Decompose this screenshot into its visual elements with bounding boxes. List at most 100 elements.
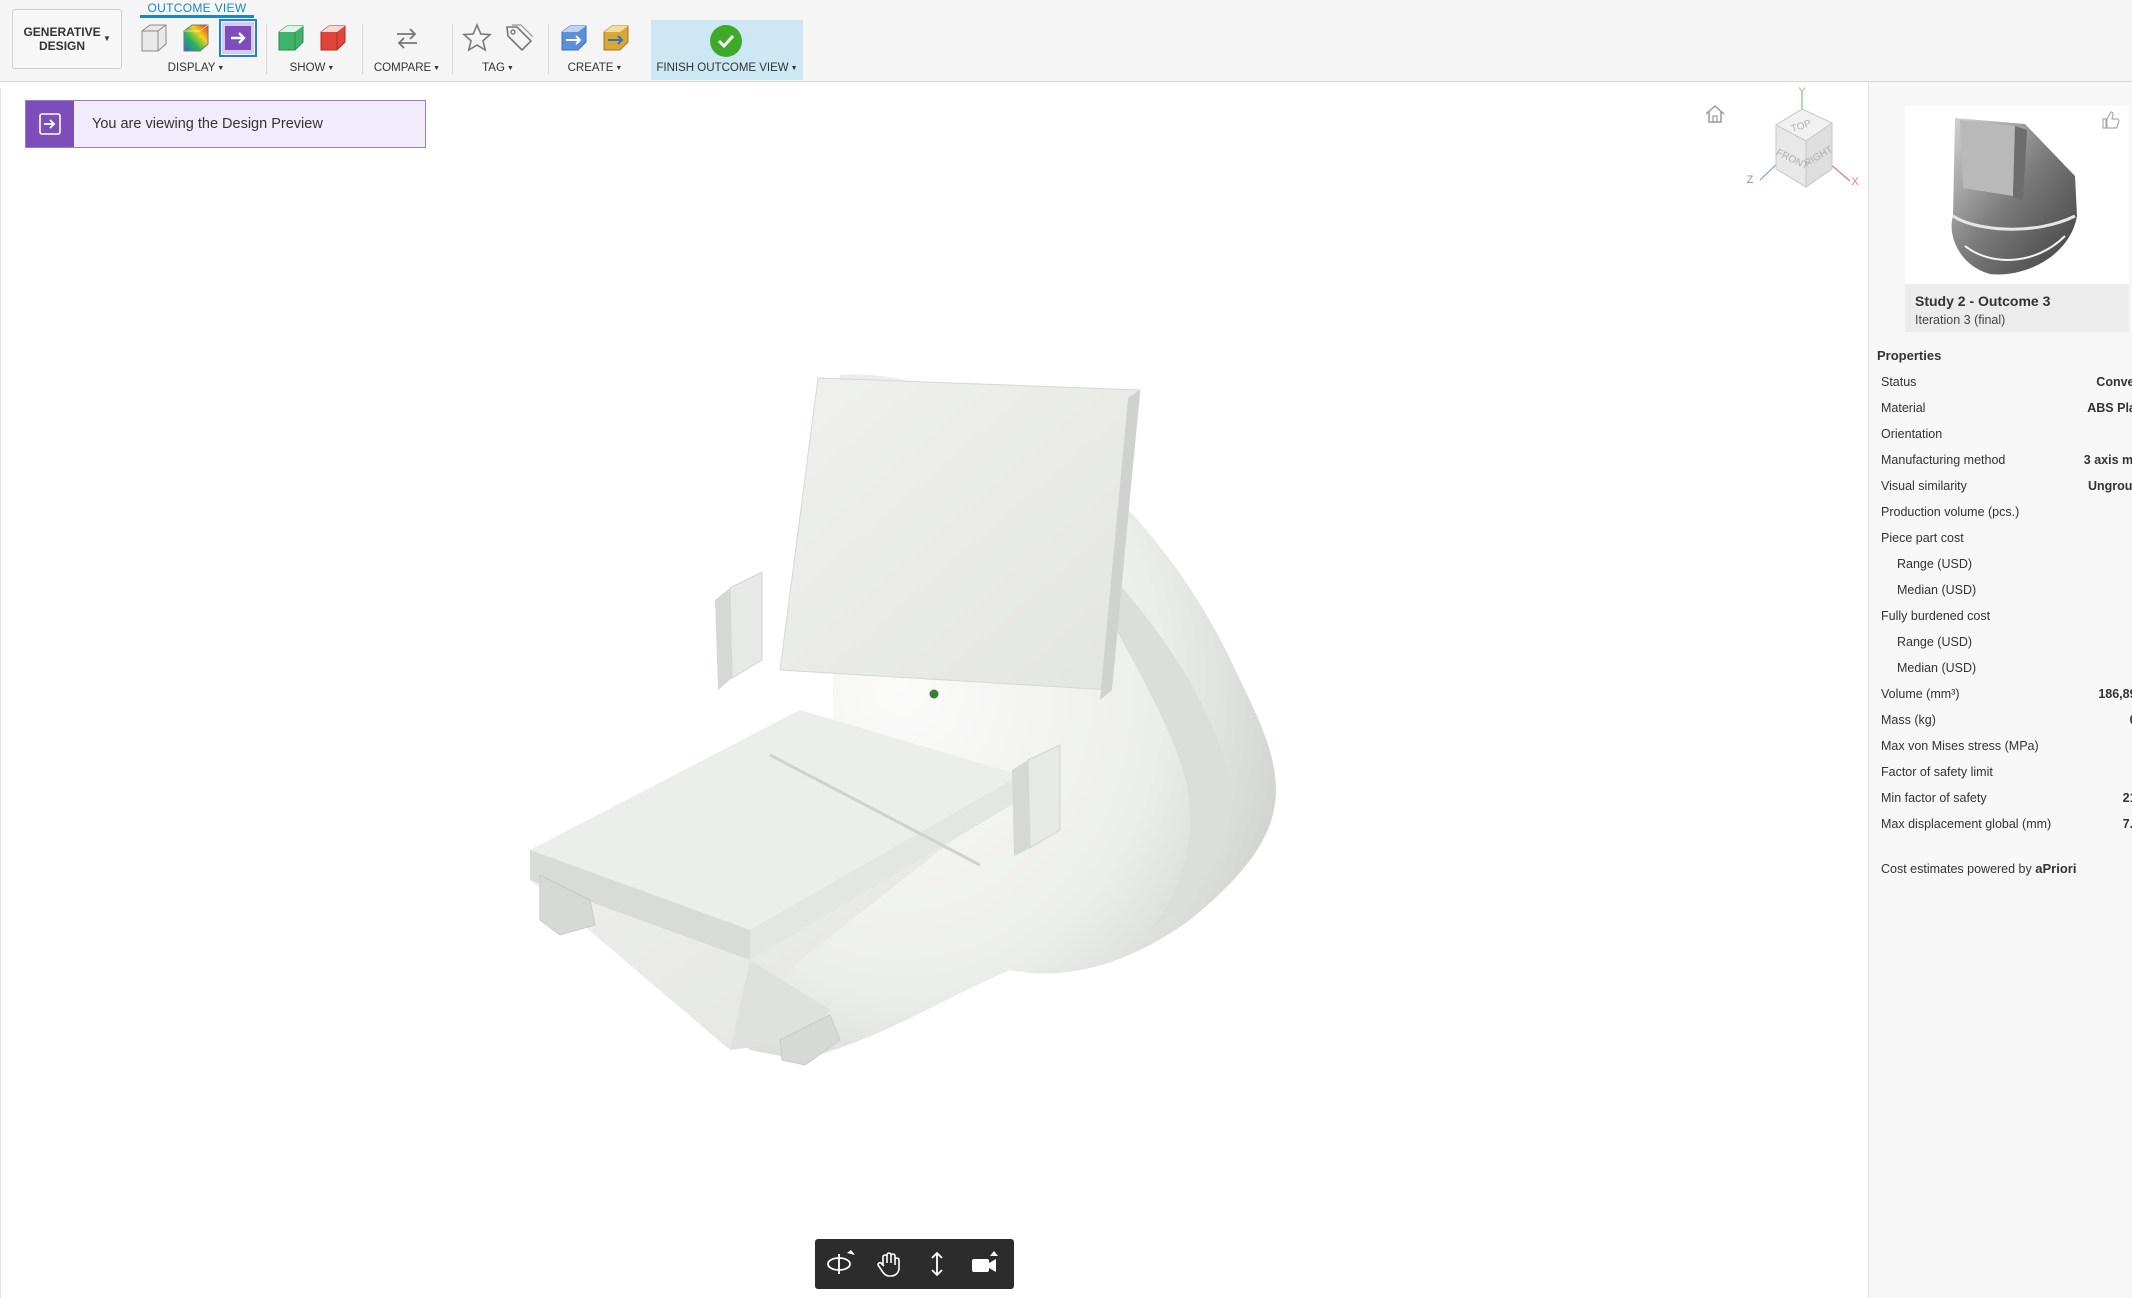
property-row: Range (USD)	[1869, 635, 2132, 661]
property-row: Fully burdened cost	[1869, 609, 2132, 635]
property-row: Volume (mm³) 186,898.	[1869, 687, 2132, 713]
viewcube[interactable]: TOP FRONT RIGHT Y Z X	[1740, 85, 1860, 210]
property-key: Max displacement global (mm)	[1881, 817, 2052, 831]
caret-down-icon: ▼	[433, 65, 441, 72]
property-row: Factor of safety limit	[1869, 765, 2132, 791]
property-key: Orientation	[1881, 427, 1943, 441]
tag-menu[interactable]: TAG ▼	[456, 62, 540, 74]
navigation-bar	[815, 1239, 1014, 1289]
star-icon[interactable]	[461, 22, 493, 54]
separator	[266, 24, 267, 74]
property-row: Max displacement global (mm) 7.2e	[1869, 817, 2132, 843]
outcome-card-info: Study 2 - Outcome 3 Iteration 3 (final)	[1905, 284, 2129, 332]
caret-down-icon: ▼	[327, 65, 335, 72]
pan-hand-icon[interactable]	[873, 1249, 905, 1279]
property-key: Fully burdened cost	[1881, 609, 1991, 623]
tag-group: TAG ▼	[456, 18, 540, 78]
show-label: SHOW	[289, 62, 326, 74]
compare-label: COMPARE	[373, 62, 432, 74]
property-key: Mass (kg)	[1881, 713, 1936, 727]
finish-label: FINISH OUTCOME VIEW	[656, 62, 789, 74]
like-thumb-icon[interactable]	[2101, 110, 2121, 135]
property-row: Material ABS Plast	[1869, 401, 2132, 427]
property-value: Ungroupe	[2087, 479, 2132, 493]
property-value: 7.2e	[2122, 817, 2132, 831]
property-key: Production volume (pcs.)	[1881, 505, 2020, 519]
orbit-icon[interactable]	[825, 1249, 857, 1279]
properties-heading: Properties	[1877, 348, 1942, 363]
separator	[362, 24, 363, 74]
export-to-design-icon[interactable]	[558, 22, 590, 54]
property-value: Converg	[2096, 375, 2132, 389]
property-row: Min factor of safety 214.	[1869, 791, 2132, 817]
property-key: Visual similarity	[1881, 479, 1967, 493]
property-row: Orientation	[1869, 427, 2132, 453]
chevron-down-icon: ▼	[103, 34, 111, 43]
color-map-icon[interactable]	[180, 22, 212, 54]
property-row: Median (USD)	[1869, 583, 2132, 609]
property-row: Piece part cost	[1869, 531, 2132, 557]
design-preview-icon[interactable]	[219, 19, 257, 57]
property-key: Volume (mm³)	[1881, 687, 1960, 701]
workspace-label: GENERATIVE DESIGN	[23, 25, 101, 53]
outcome-properties-panel: Study 2 - Outcome 3 Iteration 3 (final) …	[1868, 82, 2132, 1298]
axis-label-y: Y	[1798, 86, 1806, 98]
display-label: DISPLAY	[167, 62, 216, 74]
finish-outcome-view-button[interactable]: FINISH OUTCOME VIEW ▼	[651, 20, 803, 80]
property-key: Status	[1881, 375, 1917, 389]
create-group: CREATE ▼	[552, 18, 638, 78]
show-obstacle-icon[interactable]	[317, 22, 349, 54]
property-key: Manufacturing method	[1881, 453, 2006, 467]
shaded-cube-icon[interactable]	[138, 22, 170, 54]
property-row: Max von Mises stress (MPa)0	[1869, 739, 2132, 765]
outcome-iteration: Iteration 3 (final)	[1915, 313, 2006, 327]
banner-message: You are viewing the Design Preview	[92, 116, 323, 132]
property-key: Median (USD)	[1897, 661, 1977, 675]
display-menu[interactable]: DISPLAY ▼	[136, 62, 256, 74]
show-menu[interactable]: SHOW ▼	[272, 62, 352, 74]
caret-down-icon: ▼	[217, 65, 225, 72]
property-row: Mass (kg)0.1	[1869, 713, 2132, 739]
property-key: Range (USD)	[1897, 557, 1973, 571]
camera-icon[interactable]	[969, 1249, 1001, 1279]
home-view-icon[interactable]	[1703, 103, 1727, 130]
ribbon-toolbar: GENERATIVE DESIGN ▼ OUTCOME VIEW DISPLAY…	[0, 0, 2132, 82]
axis-label-x: X	[1851, 176, 1859, 188]
compare-menu[interactable]: COMPARE ▼	[370, 62, 444, 74]
create-mesh-icon[interactable]	[600, 22, 632, 54]
property-value: ABS Plast	[2087, 401, 2132, 415]
workspace-switcher-button[interactable]: GENERATIVE DESIGN ▼	[12, 9, 122, 69]
create-label: CREATE	[567, 62, 614, 74]
property-row: Manufacturing method 3 axis milli	[1869, 453, 2132, 479]
credit-text: Cost estimates powered by	[1881, 862, 2032, 876]
property-key: Median (USD)	[1897, 583, 1977, 597]
create-menu[interactable]: CREATE ▼	[552, 62, 638, 74]
property-key: Min factor of safety	[1881, 791, 1987, 805]
property-row: Range (USD)	[1869, 557, 2132, 583]
show-group: SHOW ▼	[272, 18, 352, 78]
property-value: 214.	[2122, 791, 2132, 805]
load-point-marker	[929, 689, 939, 699]
property-key: Material	[1881, 401, 1926, 415]
show-preserve-icon[interactable]	[275, 22, 307, 54]
generative-design-model[interactable]	[500, 360, 1340, 1100]
property-key: Max von Mises stress (MPa)	[1881, 739, 2039, 753]
display-group: DISPLAY ▼	[136, 18, 257, 78]
compare-group: COMPARE ▼	[370, 18, 444, 78]
design-preview-icon	[26, 101, 74, 147]
outcome-thumbnail[interactable]	[1905, 106, 2129, 284]
separator	[452, 24, 453, 74]
tag-icon[interactable]	[503, 22, 535, 54]
apriori-logo: aPriori	[2035, 861, 2077, 876]
cost-estimates-credit: Cost estimates powered by aPriori	[1881, 861, 2076, 876]
axis-label-z: Z	[1747, 174, 1754, 186]
property-row: Visual similarity Ungroupe	[1869, 479, 2132, 505]
property-key: Range (USD)	[1897, 635, 1973, 649]
zoom-icon[interactable]	[921, 1249, 953, 1279]
separator	[548, 24, 549, 74]
property-row: Status Converg	[1869, 375, 2132, 401]
caret-down-icon: ▼	[615, 65, 623, 72]
tab-outcome-view[interactable]: OUTCOME VIEW	[140, 0, 254, 18]
property-key: Piece part cost	[1881, 531, 1964, 545]
compare-arrows-icon[interactable]	[391, 22, 423, 54]
